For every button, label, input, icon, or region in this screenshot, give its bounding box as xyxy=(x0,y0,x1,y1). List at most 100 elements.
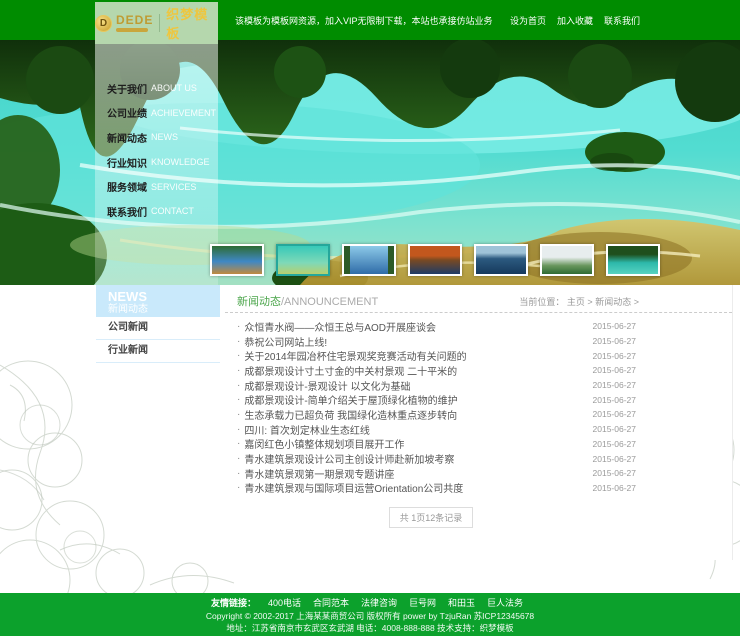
menu-label-en: SERVICES xyxy=(151,182,196,192)
menu-item-services[interactable]: 服务领域 SERVICES xyxy=(95,174,218,199)
footer-link[interactable]: 巨人法务 xyxy=(487,598,523,608)
pagination-record-count: 共 1页12条记录 xyxy=(389,507,474,528)
bullet-icon: · xyxy=(237,321,240,332)
site-logo[interactable]: D DEDE 织梦模板 xyxy=(95,2,218,44)
news-link[interactable]: 青水建筑景观第一期景观专题讲座 xyxy=(244,466,584,481)
sidebar-item-industry-news[interactable]: 行业新闻 xyxy=(96,340,220,363)
menu-label-en: CONTACT xyxy=(151,206,194,216)
breadcrumb: 当前位置： 主页 > 新闻动态 > xyxy=(519,295,639,308)
breadcrumb-label: 当前位置： xyxy=(519,297,564,307)
news-list: · 众恒青水阀——众恒王总与AOD开展座谈会 2015-06-27 · 恭祝公司网站上… xyxy=(225,313,732,495)
menu-label-en: KNOWLEDGE xyxy=(151,157,210,167)
breadcrumb-separator: > xyxy=(634,297,639,307)
menu-label-en: ACHIEVEMENT xyxy=(151,108,216,118)
news-link[interactable]: 青水建筑景观设计公司主创设计师赴新加坡考察 xyxy=(244,451,584,466)
news-link[interactable]: 关于2014年园冶杯住宅景观奖竞赛活动有关问题的 xyxy=(244,348,584,363)
news-link[interactable]: 恭祝公司网站上线! xyxy=(244,334,584,349)
menu-label-cn: 联系我们 xyxy=(107,204,147,219)
breadcrumb-current-link[interactable]: 新闻动态 xyxy=(595,297,631,307)
news-link[interactable]: 成都景观设计-简单介绍关于屋顶绿化植物的维护 xyxy=(244,392,584,407)
hero-thumbnail-strip xyxy=(210,244,660,276)
logo-brand: DEDE xyxy=(116,14,153,32)
menu-item-knowledge[interactable]: 行业知识 KNOWLEDGE xyxy=(95,150,218,175)
bullet-icon: · xyxy=(237,438,240,449)
contact-us-link[interactable]: 联系我们 xyxy=(604,14,640,27)
menu-label-en: NEWS xyxy=(151,132,178,142)
news-row: · 青水建筑景观设计公司主创设计师赴新加坡考察 2015-06-27 xyxy=(225,451,732,466)
news-link[interactable]: 青水建筑景观与国际项目运营Orientation公司共度 xyxy=(244,480,584,495)
footer-link[interactable]: 巨号网 xyxy=(409,598,436,608)
menu-label-cn: 行业知识 xyxy=(107,155,147,170)
address-text: 地址：江苏省南京市玄武区玄武湖 电话：4008-888-888 技术支持：织梦模… xyxy=(0,622,740,634)
logo-subtext-bar xyxy=(116,28,148,32)
news-row: ·成都景观设计-简单介绍关于屋顶绿化植物的维护2015-06-27 xyxy=(225,392,732,407)
news-date: 2015-06-27 xyxy=(593,454,636,464)
hero-thumbnail-2-active[interactable] xyxy=(276,244,330,276)
set-home-link[interactable]: 设为首页 xyxy=(510,14,546,27)
news-date: 2015-06-27 xyxy=(593,365,636,375)
footer-link[interactable]: 法律咨询 xyxy=(361,598,397,608)
news-sidebar: NEWS 新闻动态 公司新闻 行业新闻 xyxy=(96,285,220,363)
news-date: 2015-06-27 xyxy=(593,483,636,493)
footer-link[interactable]: 合同范本 xyxy=(313,598,349,608)
content-area: NEWS 新闻动态 公司新闻 行业新闻 新闻动态/ANNOUNCEMENT 当前… xyxy=(0,285,740,593)
news-link[interactable]: 四川: 首次划定林业生态红线 xyxy=(244,422,584,437)
sidebar-item-company-news[interactable]: 公司新闻 xyxy=(96,317,220,340)
footer-link[interactable]: 400电话 xyxy=(268,598,301,608)
bullet-icon: · xyxy=(237,350,240,361)
bullet-icon: · xyxy=(237,453,240,464)
news-link[interactable]: 嘉闵红色小镇整体规划项目展开工作 xyxy=(244,436,584,451)
pagination: 共 1页12条记录 xyxy=(225,507,637,528)
menu-item-contact[interactable]: 联系我们 CONTACT xyxy=(95,199,218,224)
news-date: 2015-06-27 xyxy=(593,409,636,419)
news-date: 2015-06-27 xyxy=(593,468,636,478)
hero-thumbnail-6[interactable] xyxy=(540,244,594,276)
news-row: ·嘉闵红色小镇整体规划项目展开工作2015-06-27 xyxy=(225,437,732,452)
sidebar-title-cn: 新闻动态 xyxy=(108,304,220,316)
menu-label-en: ABOUT US xyxy=(151,83,197,93)
menu-item-achievement[interactable]: 公司业绩 ACHIEVEMENT xyxy=(95,101,218,126)
news-date: 2015-06-27 xyxy=(593,336,636,346)
hero-thumbnail-1[interactable] xyxy=(210,244,264,276)
logo-divider xyxy=(159,14,160,32)
menu-label-cn: 新闻动态 xyxy=(107,130,147,145)
news-link[interactable]: 成都景观设计寸土寸金的中关村景观 二十平米的 xyxy=(244,363,584,378)
hero-thumbnail-3[interactable] xyxy=(342,244,396,276)
breadcrumb-home-link[interactable]: 主页 xyxy=(567,297,585,307)
hero-banner: 关于我们 ABOUT US 公司业绩 ACHIEVEMENT 新闻动态 NEWS… xyxy=(0,40,740,285)
topbar-slogan: 该模板为模板网资源，加入VIP无限制下载，本站也承接仿站业务 xyxy=(235,0,493,40)
news-panel: 新闻动态/ANNOUNCEMENT 当前位置： 主页 > 新闻动态 > · 众恒青… xyxy=(225,285,733,560)
logo-brand-text: DEDE xyxy=(116,14,153,26)
page-title-cn: 新闻动态 xyxy=(237,296,281,308)
news-date: 2015-06-27 xyxy=(593,380,636,390)
menu-item-about[interactable]: 关于我们 ABOUT US xyxy=(95,76,218,101)
breadcrumb-separator: > xyxy=(587,297,592,307)
sidebar-title-en: NEWS xyxy=(108,290,220,304)
news-row: ·恭祝公司网站上线!2015-06-27 xyxy=(225,334,732,349)
news-link[interactable]: 成都景观设计-景观设计 以文化为基础 xyxy=(244,378,584,393)
copyright-text: Copyright © 2002-2017 上海某某商贸公司 版权所有 powe… xyxy=(0,610,740,622)
bullet-icon: · xyxy=(237,380,240,391)
logo-brand-cn: 织梦模板 xyxy=(166,4,218,42)
news-sidebar-header: NEWS 新闻动态 xyxy=(96,285,220,317)
bullet-icon: · xyxy=(237,482,240,493)
menu-label-cn: 公司业绩 xyxy=(107,105,147,120)
news-row: ·关于2014年园冶杯住宅景观奖竞赛活动有关问题的2015-06-27 xyxy=(225,348,732,363)
friend-links-label: 友情链接： xyxy=(211,598,256,608)
panel-header: 新闻动态/ANNOUNCEMENT 当前位置： 主页 > 新闻动态 > xyxy=(225,285,732,313)
footer-link[interactable]: 和田玉 xyxy=(448,598,475,608)
hero-thumbnail-7[interactable] xyxy=(606,244,660,276)
news-link[interactable]: 众恒青水阀——众恒王总与AOD开展座谈会 xyxy=(244,319,584,334)
news-date: 2015-06-27 xyxy=(593,395,636,405)
page-title-en: /ANNOUNCEMENT xyxy=(281,296,378,308)
news-row: ·成都景观设计寸土寸金的中关村景观 二十平米的2015-06-27 xyxy=(225,363,732,378)
topbar-links: 设为首页 加入收藏 联系我们 xyxy=(510,0,640,40)
hero-thumbnail-4[interactable] xyxy=(408,244,462,276)
friend-links: 友情链接： 400电话 合同范本 法律咨询 巨号网 和田玉 巨人法务 xyxy=(0,597,740,610)
menu-label-cn: 服务领域 xyxy=(107,179,147,194)
news-row: ·青水建筑景观第一期景观专题讲座2015-06-27 xyxy=(225,466,732,481)
hero-thumbnail-5[interactable] xyxy=(474,244,528,276)
add-favorite-link[interactable]: 加入收藏 xyxy=(557,14,593,27)
news-link[interactable]: 生态承载力已超负荷 我国绿化造林重点逐步转向 xyxy=(244,407,584,422)
menu-item-news[interactable]: 新闻动态 NEWS xyxy=(95,125,218,150)
